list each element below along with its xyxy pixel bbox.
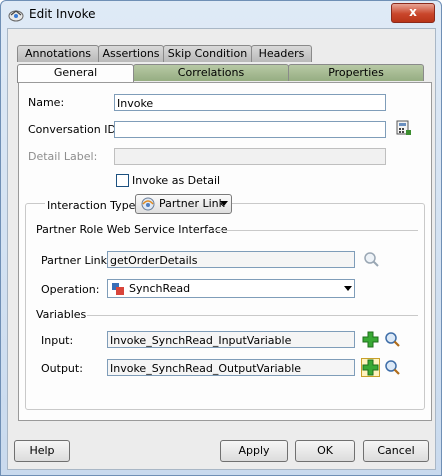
chevron-down-icon xyxy=(220,201,228,206)
invoke-as-detail-checkbox[interactable] xyxy=(116,174,129,187)
apply-button[interactable]: Apply xyxy=(220,440,288,462)
help-button[interactable]: Help xyxy=(14,440,70,462)
button-label: Help xyxy=(29,444,55,457)
partner-link-label: Partner Link: xyxy=(41,254,111,267)
tab-headers[interactable]: Headers xyxy=(251,45,312,62)
edit-invoke-dialog: Edit Invoke x Annotations Assertions Ski… xyxy=(0,0,442,476)
input-label: Input: xyxy=(41,334,74,347)
output-variable-field[interactable]: Invoke_SynchRead_OutputVariable xyxy=(107,359,355,376)
invoke-activity-icon xyxy=(8,10,24,22)
divider xyxy=(87,315,418,316)
search-icon[interactable] xyxy=(384,359,401,376)
divider xyxy=(213,230,418,231)
add-variable-icon[interactable] xyxy=(362,359,379,376)
interaction-type-dropdown[interactable]: Partner Link xyxy=(135,194,232,214)
detail-label-label: Detail Label: xyxy=(28,150,98,163)
detail-label-field[interactable] xyxy=(114,148,386,165)
tab-label: Skip Condition xyxy=(167,47,248,60)
input-variable-field[interactable]: Invoke_SynchRead_InputVariable xyxy=(107,331,355,348)
partner-link-icon xyxy=(141,197,155,211)
tab-assertions[interactable]: Assertions xyxy=(98,45,164,62)
tab-label: Headers xyxy=(258,47,305,60)
chevron-down-icon xyxy=(344,286,352,291)
search-icon[interactable] xyxy=(384,331,401,348)
tab-properties[interactable]: Properties xyxy=(288,64,424,81)
tab-label: General xyxy=(53,66,98,79)
expression-builder-icon[interactable] xyxy=(396,120,412,136)
interaction-type-label: Interaction Type: xyxy=(45,199,142,212)
tab-skip-condition[interactable]: Skip Condition xyxy=(163,45,252,62)
tab-correlations[interactable]: Correlations xyxy=(133,64,289,81)
tab-label: Assertions xyxy=(102,47,160,60)
tab-label: Properties xyxy=(328,66,384,79)
invoke-as-detail-label: Invoke as Detail xyxy=(132,174,221,187)
button-label: Apply xyxy=(238,444,270,457)
tab-annotations[interactable]: Annotations xyxy=(17,45,99,62)
add-variable-icon[interactable] xyxy=(362,331,379,348)
operation-value: SynchRead xyxy=(129,282,191,295)
search-icon[interactable] xyxy=(363,251,380,268)
button-label: OK xyxy=(317,444,333,457)
operation-select[interactable]: SynchRead xyxy=(107,279,355,298)
conversation-id-field[interactable] xyxy=(114,121,386,138)
title-bar[interactable]: Edit Invoke x xyxy=(1,1,441,29)
name-label: Name: xyxy=(28,96,65,109)
output-label: Output: xyxy=(41,362,83,375)
close-icon: x xyxy=(409,5,417,19)
close-button[interactable]: x xyxy=(391,3,435,23)
conversation-id-label: Conversation ID: xyxy=(28,123,120,136)
window-title: Edit Invoke xyxy=(29,7,96,21)
partner-link-field[interactable]: getOrderDetails xyxy=(107,251,355,268)
operation-icon xyxy=(112,283,124,295)
partner-role-section-title: Partner Role Web Service Interface xyxy=(36,223,228,236)
cancel-button[interactable]: Cancel xyxy=(363,440,429,462)
tab-label: Annotations xyxy=(24,47,92,60)
ok-button[interactable]: OK xyxy=(295,440,355,462)
variables-section-title: Variables xyxy=(36,308,87,321)
operation-label: Operation: xyxy=(41,283,100,296)
interaction-type-value: Partner Link xyxy=(159,197,225,210)
name-field[interactable]: Invoke xyxy=(114,94,386,111)
tab-label: Correlations xyxy=(177,66,245,79)
tab-general[interactable]: General xyxy=(17,64,134,83)
button-label: Cancel xyxy=(377,444,415,457)
